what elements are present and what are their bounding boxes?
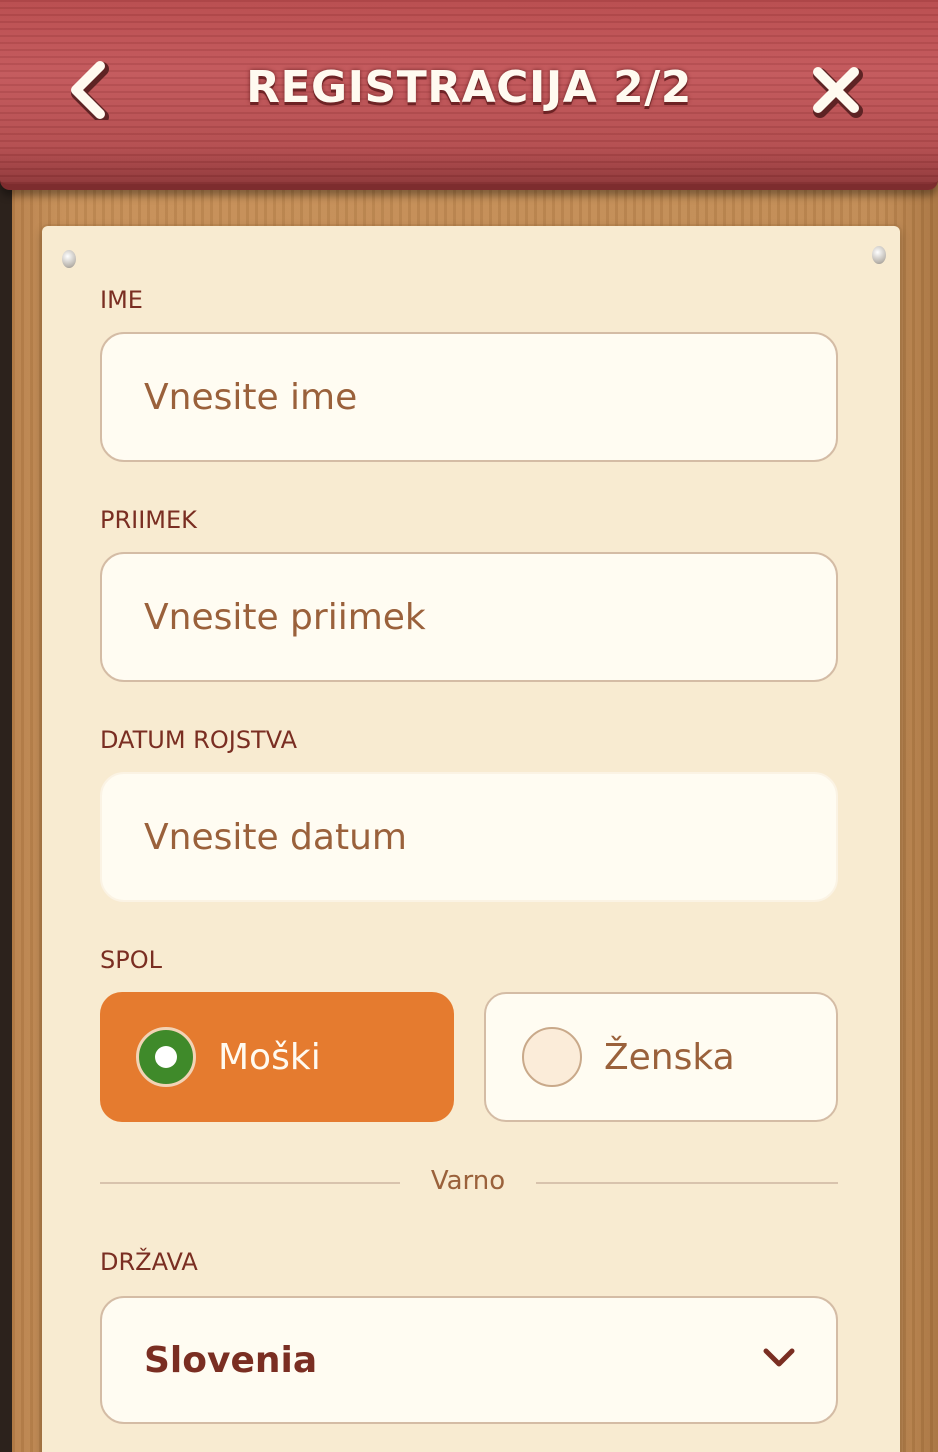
last-name-placeholder: Vnesite priimek	[144, 596, 426, 638]
last-name-label: PRIIMEK	[100, 506, 197, 534]
pin-right-icon	[872, 246, 886, 264]
country-select[interactable]: Slovenia	[100, 1296, 838, 1424]
divider-left	[100, 1182, 400, 1184]
country-value: Slovenia	[144, 1339, 318, 1381]
radio-selected-icon	[136, 1027, 196, 1087]
country-label: DRŽAVA	[100, 1248, 198, 1276]
divider-right	[536, 1182, 838, 1184]
page-title: REGISTRACIJA 2/2	[246, 62, 692, 113]
first-name-input[interactable]: Vnesite ime	[100, 332, 838, 462]
birth-date-placeholder: Vnesite datum	[144, 816, 407, 858]
app-frame: REGISTRACIJA 2/2 IME Vnesite ime PRIIMEK…	[0, 0, 938, 1452]
first-name-placeholder: Vnesite ime	[144, 376, 358, 418]
header-plank: REGISTRACIJA 2/2	[0, 0, 938, 190]
divider-label: Varno	[430, 1166, 506, 1196]
last-name-input[interactable]: Vnesite priimek	[100, 552, 838, 682]
gender-option-male[interactable]: Moški	[100, 992, 454, 1122]
gender-option-label: Ženska	[604, 1036, 735, 1078]
chevron-down-icon	[763, 1348, 795, 1367]
radio-unselected-icon	[522, 1027, 582, 1087]
close-x-icon[interactable]	[806, 60, 866, 120]
first-name-label: IME	[100, 286, 143, 314]
birth-date-input[interactable]: Vnesite datum	[100, 772, 838, 902]
pin-left-icon	[62, 250, 76, 268]
gender-label: SPOL	[100, 946, 162, 974]
gender-option-label: Moški	[218, 1036, 321, 1078]
gender-option-female[interactable]: Ženska	[484, 992, 838, 1122]
birth-date-label: DATUM ROJSTVA	[100, 726, 298, 754]
